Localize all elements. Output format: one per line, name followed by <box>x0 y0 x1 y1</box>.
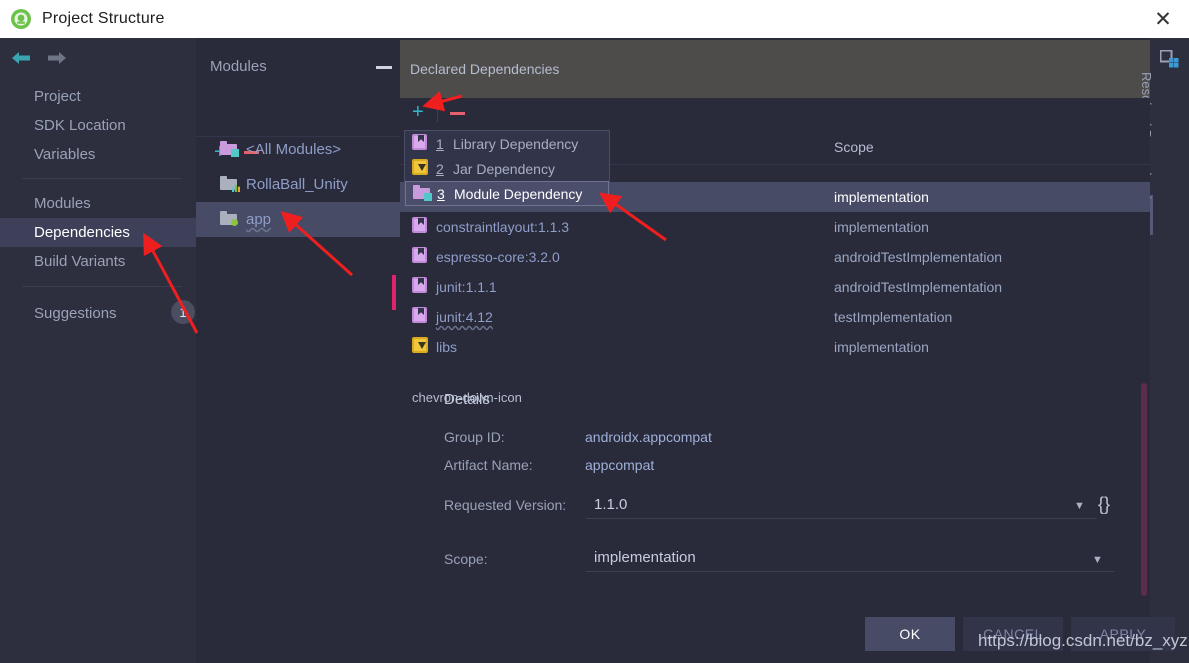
declared-dependencies-label: Declared Dependencies <box>410 61 560 77</box>
dependency-name: espresso-core:3.2.0 <box>436 249 560 265</box>
table-row[interactable]: libs implementation <box>400 332 1150 362</box>
arrow-left-icon[interactable] <box>10 50 32 71</box>
project-structure-dialog: Project Structure ✕ Project SDK Location… <box>0 0 1189 663</box>
chevron-down-icon[interactable]: ▼ <box>1074 500 1085 512</box>
scope-label: Scope: <box>444 551 488 567</box>
module-label: RollaBall_Unity <box>246 176 348 193</box>
menu-item-number: 3 <box>437 185 445 202</box>
scope-value: implementation <box>594 549 696 566</box>
toolbar-separator <box>437 102 438 122</box>
table-row[interactable]: junit:1.1.1 androidTestImplementation <box>400 272 1150 302</box>
sidebar-item-modules[interactable]: Modules <box>0 189 196 218</box>
menu-item-label: Module Dependency <box>454 185 583 202</box>
sidebar-item-sdk-location[interactable]: SDK Location <box>0 111 196 140</box>
selected-module-accent <box>392 275 396 310</box>
window-title: Project Structure <box>42 10 165 27</box>
menu-item-number: 1 <box>436 135 444 152</box>
nav-separator-1 <box>22 178 182 179</box>
module-folder-icon <box>413 185 432 202</box>
jar-icon <box>412 337 428 358</box>
module-app-icon <box>220 210 238 229</box>
sidebar-item-variables[interactable]: Variables <box>0 140 196 169</box>
library-icon <box>412 277 427 298</box>
menu-item-label: Jar Dependency <box>453 160 555 177</box>
sidebar-item-dependencies[interactable]: Dependencies <box>0 218 196 247</box>
module-label: <All Modules> <box>246 141 342 158</box>
dependency-name: constraintlayout:1.1.3 <box>436 219 570 235</box>
dependency-name: libs <box>436 339 458 355</box>
left-navigation: Project SDK Location Variables Modules D… <box>0 38 196 663</box>
group-id-label: Group ID: <box>444 429 505 445</box>
table-row[interactable]: espresso-core:3.2.0 androidTestImplement… <box>400 242 1150 272</box>
table-row[interactable]: constraintlayout:1.1.3 implementation <box>400 212 1150 242</box>
module-chart-icon <box>220 175 240 194</box>
details-title: Details <box>444 391 490 408</box>
column-header-scope: Scope <box>834 139 874 155</box>
dependency-name: junit:4.12 <box>436 309 493 325</box>
artifact-name-value: appcompat <box>585 457 655 473</box>
resolved-dependencies-tab[interactable] <box>1150 38 1189 663</box>
sidebar-item-build-variants[interactable]: Build Variants <box>0 247 196 276</box>
minus-icon[interactable] <box>376 66 392 69</box>
dependency-scope: androidTestImplementation <box>834 249 1003 265</box>
sidebar-item-suggestions[interactable]: Suggestions <box>0 299 196 328</box>
jar-icon <box>412 159 428 178</box>
dependency-scope: androidTestImplementation <box>834 279 1003 295</box>
nav-arrows <box>10 50 68 71</box>
arrow-right-icon[interactable] <box>46 50 68 71</box>
ok-button[interactable]: OK <box>865 617 955 651</box>
library-icon <box>412 134 427 153</box>
close-icon[interactable]: ✕ <box>1137 0 1189 38</box>
dependency-scope: implementation <box>834 189 929 205</box>
resolved-dependencies-icon <box>1159 49 1179 74</box>
modules-panel-title: Modules <box>210 58 267 75</box>
add-dependency-menu: 1 Library Dependency 2 Jar Dependency 3 … <box>404 130 610 207</box>
dependency-scope: implementation <box>834 339 929 355</box>
requested-version-field[interactable]: 1.1.0 <box>586 493 1096 519</box>
sidebar-item-project[interactable]: Project <box>0 82 196 111</box>
menu-item-jar-dependency[interactable]: 2 Jar Dependency <box>405 156 609 181</box>
module-list-item-all[interactable]: <All Modules> <box>196 132 400 167</box>
scope-field[interactable]: implementation <box>586 546 1114 572</box>
dependencies-toolbar: + <box>400 98 1150 132</box>
menu-item-library-dependency[interactable]: 1 Library Dependency <box>405 131 609 156</box>
plus-icon[interactable]: + <box>412 102 424 122</box>
dependency-name: junit:1.1.1 <box>436 279 497 295</box>
group-id-value: androidx.appcompat <box>585 429 712 445</box>
table-row[interactable]: junit:4.12 testImplementation <box>400 302 1150 332</box>
library-icon <box>412 217 427 238</box>
android-studio-icon <box>10 8 32 30</box>
details-scrollbar[interactable] <box>1141 383 1147 596</box>
watermark: https://blog.csdn.net/bz_xyz <box>978 631 1188 650</box>
nav-separator-2 <box>22 286 182 287</box>
requested-version-label: Requested Version: <box>444 497 567 513</box>
modules-panel: Modules + <All Modules> RollaBall_Un <box>196 38 400 663</box>
library-icon <box>412 307 427 328</box>
menu-item-module-dependency[interactable]: 3 Module Dependency <box>405 181 609 206</box>
module-label: app <box>246 211 272 228</box>
module-list-item-rollaball[interactable]: RollaBall_Unity <box>196 167 400 202</box>
variables-braces-icon[interactable]: {} <box>1098 494 1110 515</box>
all-modules-icon <box>220 140 239 159</box>
menu-item-label: Library Dependency <box>453 135 579 152</box>
requested-version-value: 1.1.0 <box>594 496 628 513</box>
artifact-name-label: Artifact Name: <box>444 457 533 473</box>
menu-item-number: 2 <box>436 160 444 177</box>
title-bar: Project Structure ✕ <box>0 0 1189 38</box>
chevron-down-icon[interactable]: ▼ <box>1092 554 1103 566</box>
minus-icon[interactable] <box>450 112 465 115</box>
dependency-scope: testImplementation <box>834 309 953 325</box>
suggestions-count-badge: 1 <box>171 300 195 324</box>
dependency-scope: implementation <box>834 219 929 235</box>
library-icon <box>412 247 427 268</box>
module-list-item-app[interactable]: app <box>196 202 400 237</box>
